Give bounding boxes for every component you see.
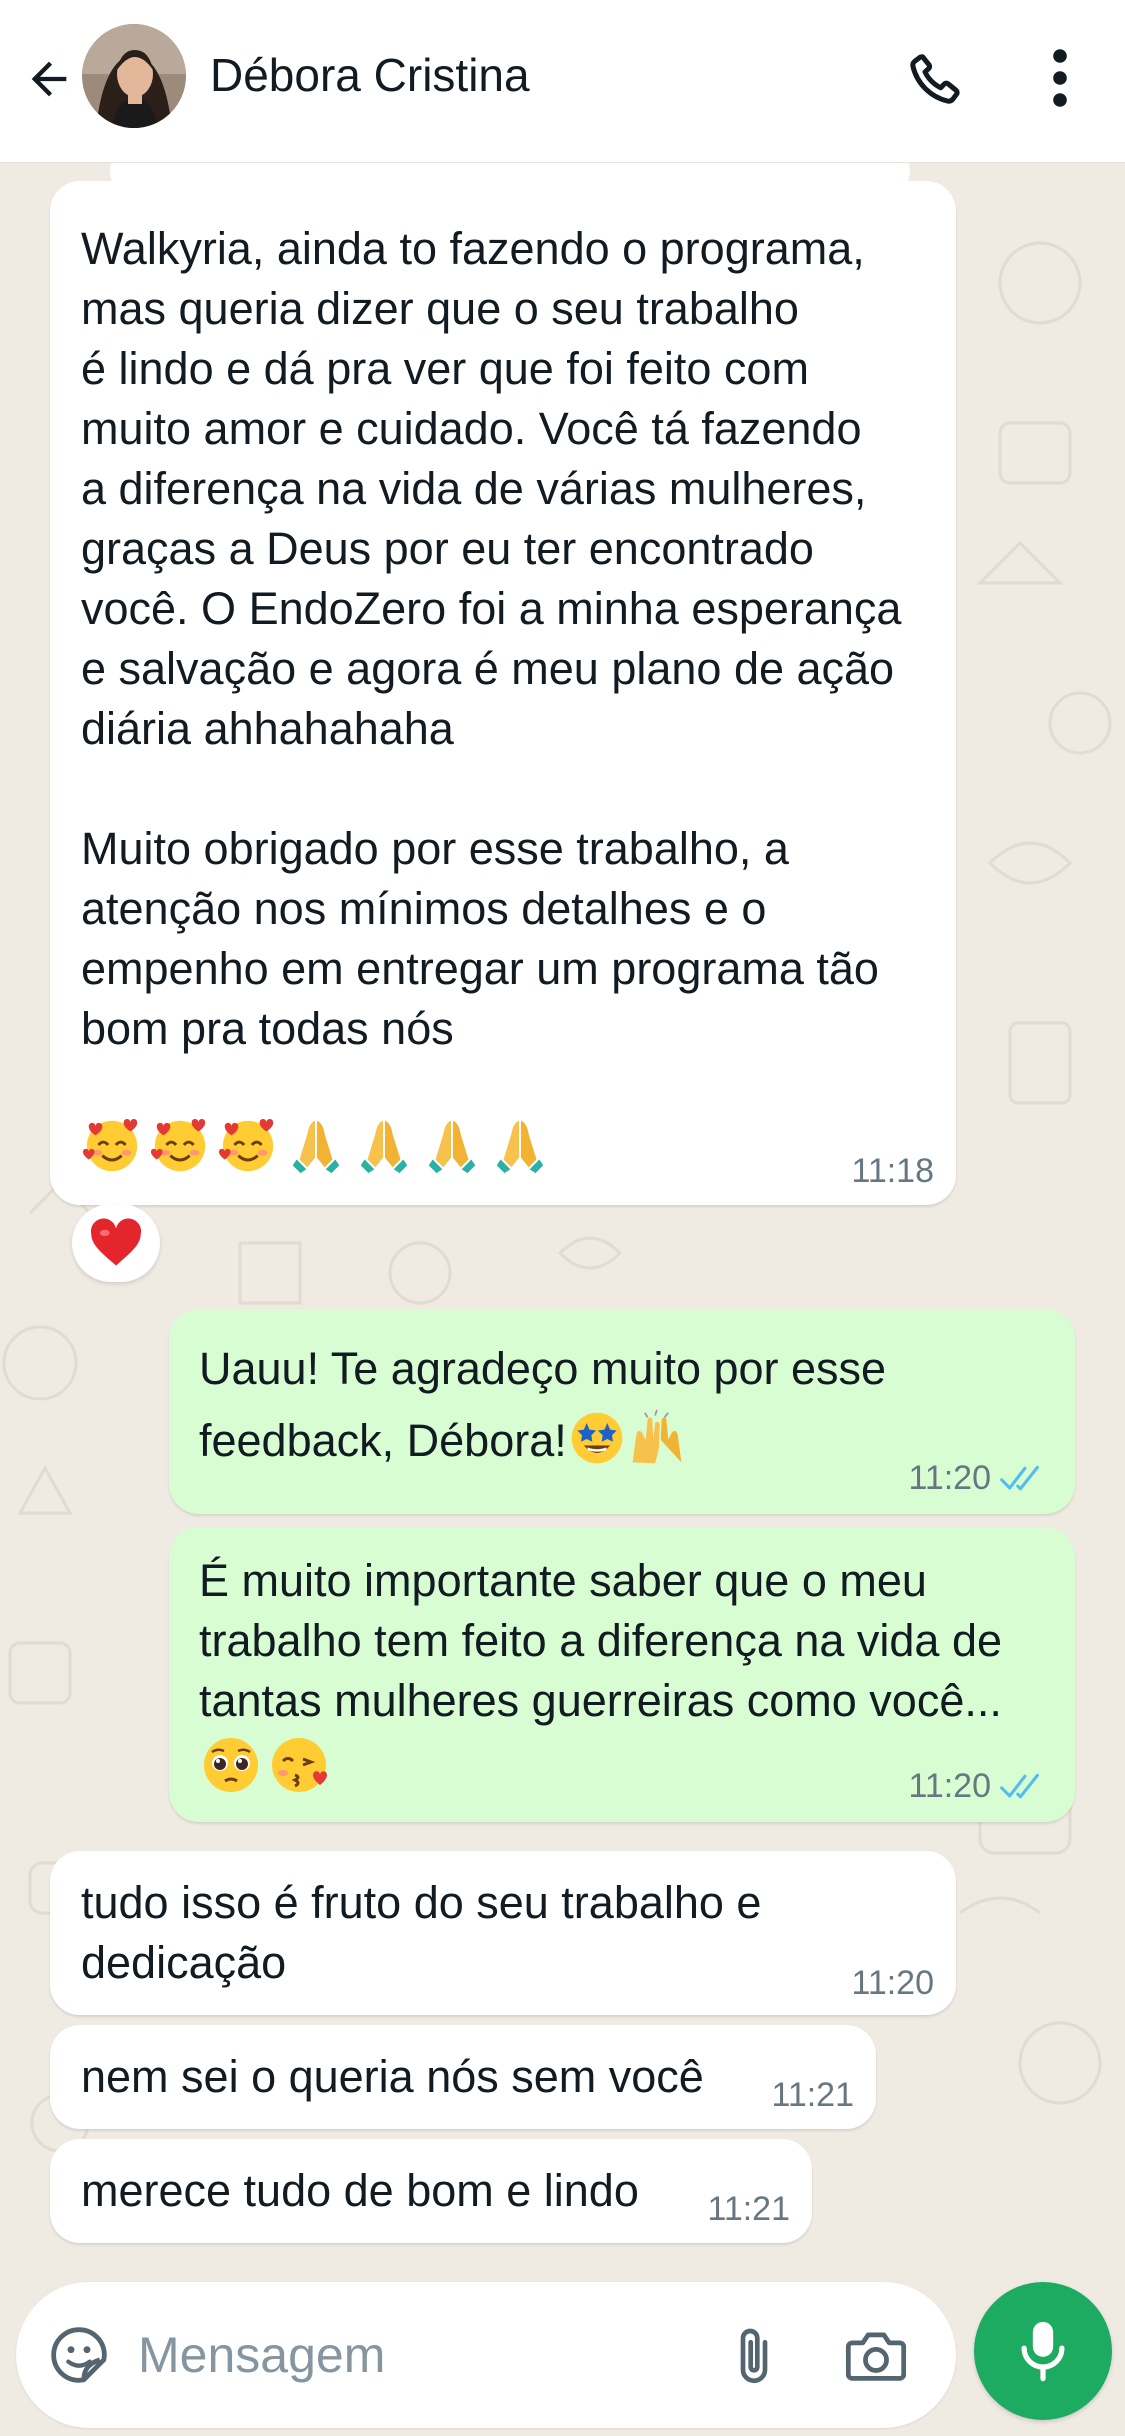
message-composer <box>16 2282 956 2428</box>
raising-hands-emoji <box>627 1408 687 1468</box>
folded-hands-emoji <box>353 1113 415 1175</box>
smiling-face-with-hearts-emoji <box>81 1113 143 1175</box>
voice-call-button[interactable] <box>896 38 976 118</box>
message-text: Walkyria, ainda to fazendo o programa, m… <box>81 223 902 1054</box>
folded-hands-emoji <box>285 1113 347 1175</box>
contact-name[interactable]: Débora Cristina <box>210 45 530 105</box>
message-text: merece tudo de bom e lindo <box>81 2165 639 2216</box>
folded-hands-emoji <box>421 1113 483 1175</box>
camera-icon <box>845 2332 907 2381</box>
message-emojis <box>81 1113 926 1175</box>
message-text: É muito importante saber que o meu traba… <box>199 1555 1003 1726</box>
phone-icon <box>910 54 960 104</box>
incoming-message[interactable]: merece tudo de bom e lindo 11:21 <box>50 2139 812 2243</box>
read-receipt-icon <box>999 1772 1049 1802</box>
camera-button[interactable] <box>836 2318 916 2394</box>
outgoing-message[interactable]: Uauu! Te agradeço muito por esse feedbac… <box>169 1309 1075 1514</box>
more-vertical-icon <box>1053 49 1067 107</box>
sticker-icon <box>51 2327 107 2383</box>
message-time: 11:20 <box>908 1767 991 1805</box>
incoming-message[interactable]: Walkyria, ainda to fazendo o programa, m… <box>50 163 956 1205</box>
paperclip-icon <box>740 2328 768 2384</box>
arrow-left-icon <box>31 61 67 97</box>
smiling-face-with-hearts-emoji <box>149 1113 211 1175</box>
outgoing-message[interactable]: É muito importante saber que o meu traba… <box>169 1527 1075 1822</box>
face-blowing-kiss-emoji <box>269 1733 333 1797</box>
read-receipt-icon <box>999 1464 1049 1494</box>
message-time: 11:20 <box>908 1459 991 1497</box>
message-text: tudo isso é fruto do seu trabalho e dedi… <box>81 1877 762 1988</box>
red-heart-icon <box>90 1218 142 1266</box>
reaction-badge[interactable] <box>72 1204 160 1282</box>
pleading-face-emoji <box>199 1733 263 1797</box>
back-button[interactable] <box>14 40 84 118</box>
more-options-button[interactable] <box>1022 38 1098 118</box>
sticker-button[interactable] <box>44 2320 114 2390</box>
incoming-message[interactable]: tudo isso é fruto do seu trabalho e dedi… <box>50 1851 956 2015</box>
message-time: 11:18 <box>851 1152 934 1190</box>
star-struck-emoji <box>567 1408 627 1468</box>
message-time: 11:21 <box>771 2076 854 2114</box>
smiling-face-with-hearts-emoji <box>217 1113 279 1175</box>
message-time: 11:20 <box>851 1964 934 2002</box>
microphone-icon <box>1021 2321 1065 2382</box>
message-text-content: Uauu! Te agradeço muito por esse feedbac… <box>199 1343 887 1466</box>
message-list[interactable]: Walkyria, ainda to fazendo o programa, m… <box>0 163 1125 2267</box>
folded-hands-emoji <box>489 1113 551 1175</box>
chat-header: Débora Cristina <box>0 0 1125 163</box>
message-text: Uauu! Te agradeço muito por esse feedbac… <box>199 1333 1045 1477</box>
message-time: 11:21 <box>707 2190 790 2228</box>
message-input[interactable] <box>138 2316 698 2394</box>
previous-message-edge <box>110 163 910 197</box>
contact-avatar[interactable] <box>82 24 186 128</box>
voice-message-button[interactable] <box>974 2282 1112 2420</box>
incoming-message[interactable]: nem sei o queria nós sem você 11:21 <box>50 2025 876 2129</box>
message-text: nem sei o queria nós sem você <box>81 2051 704 2102</box>
attach-button[interactable] <box>718 2318 790 2394</box>
